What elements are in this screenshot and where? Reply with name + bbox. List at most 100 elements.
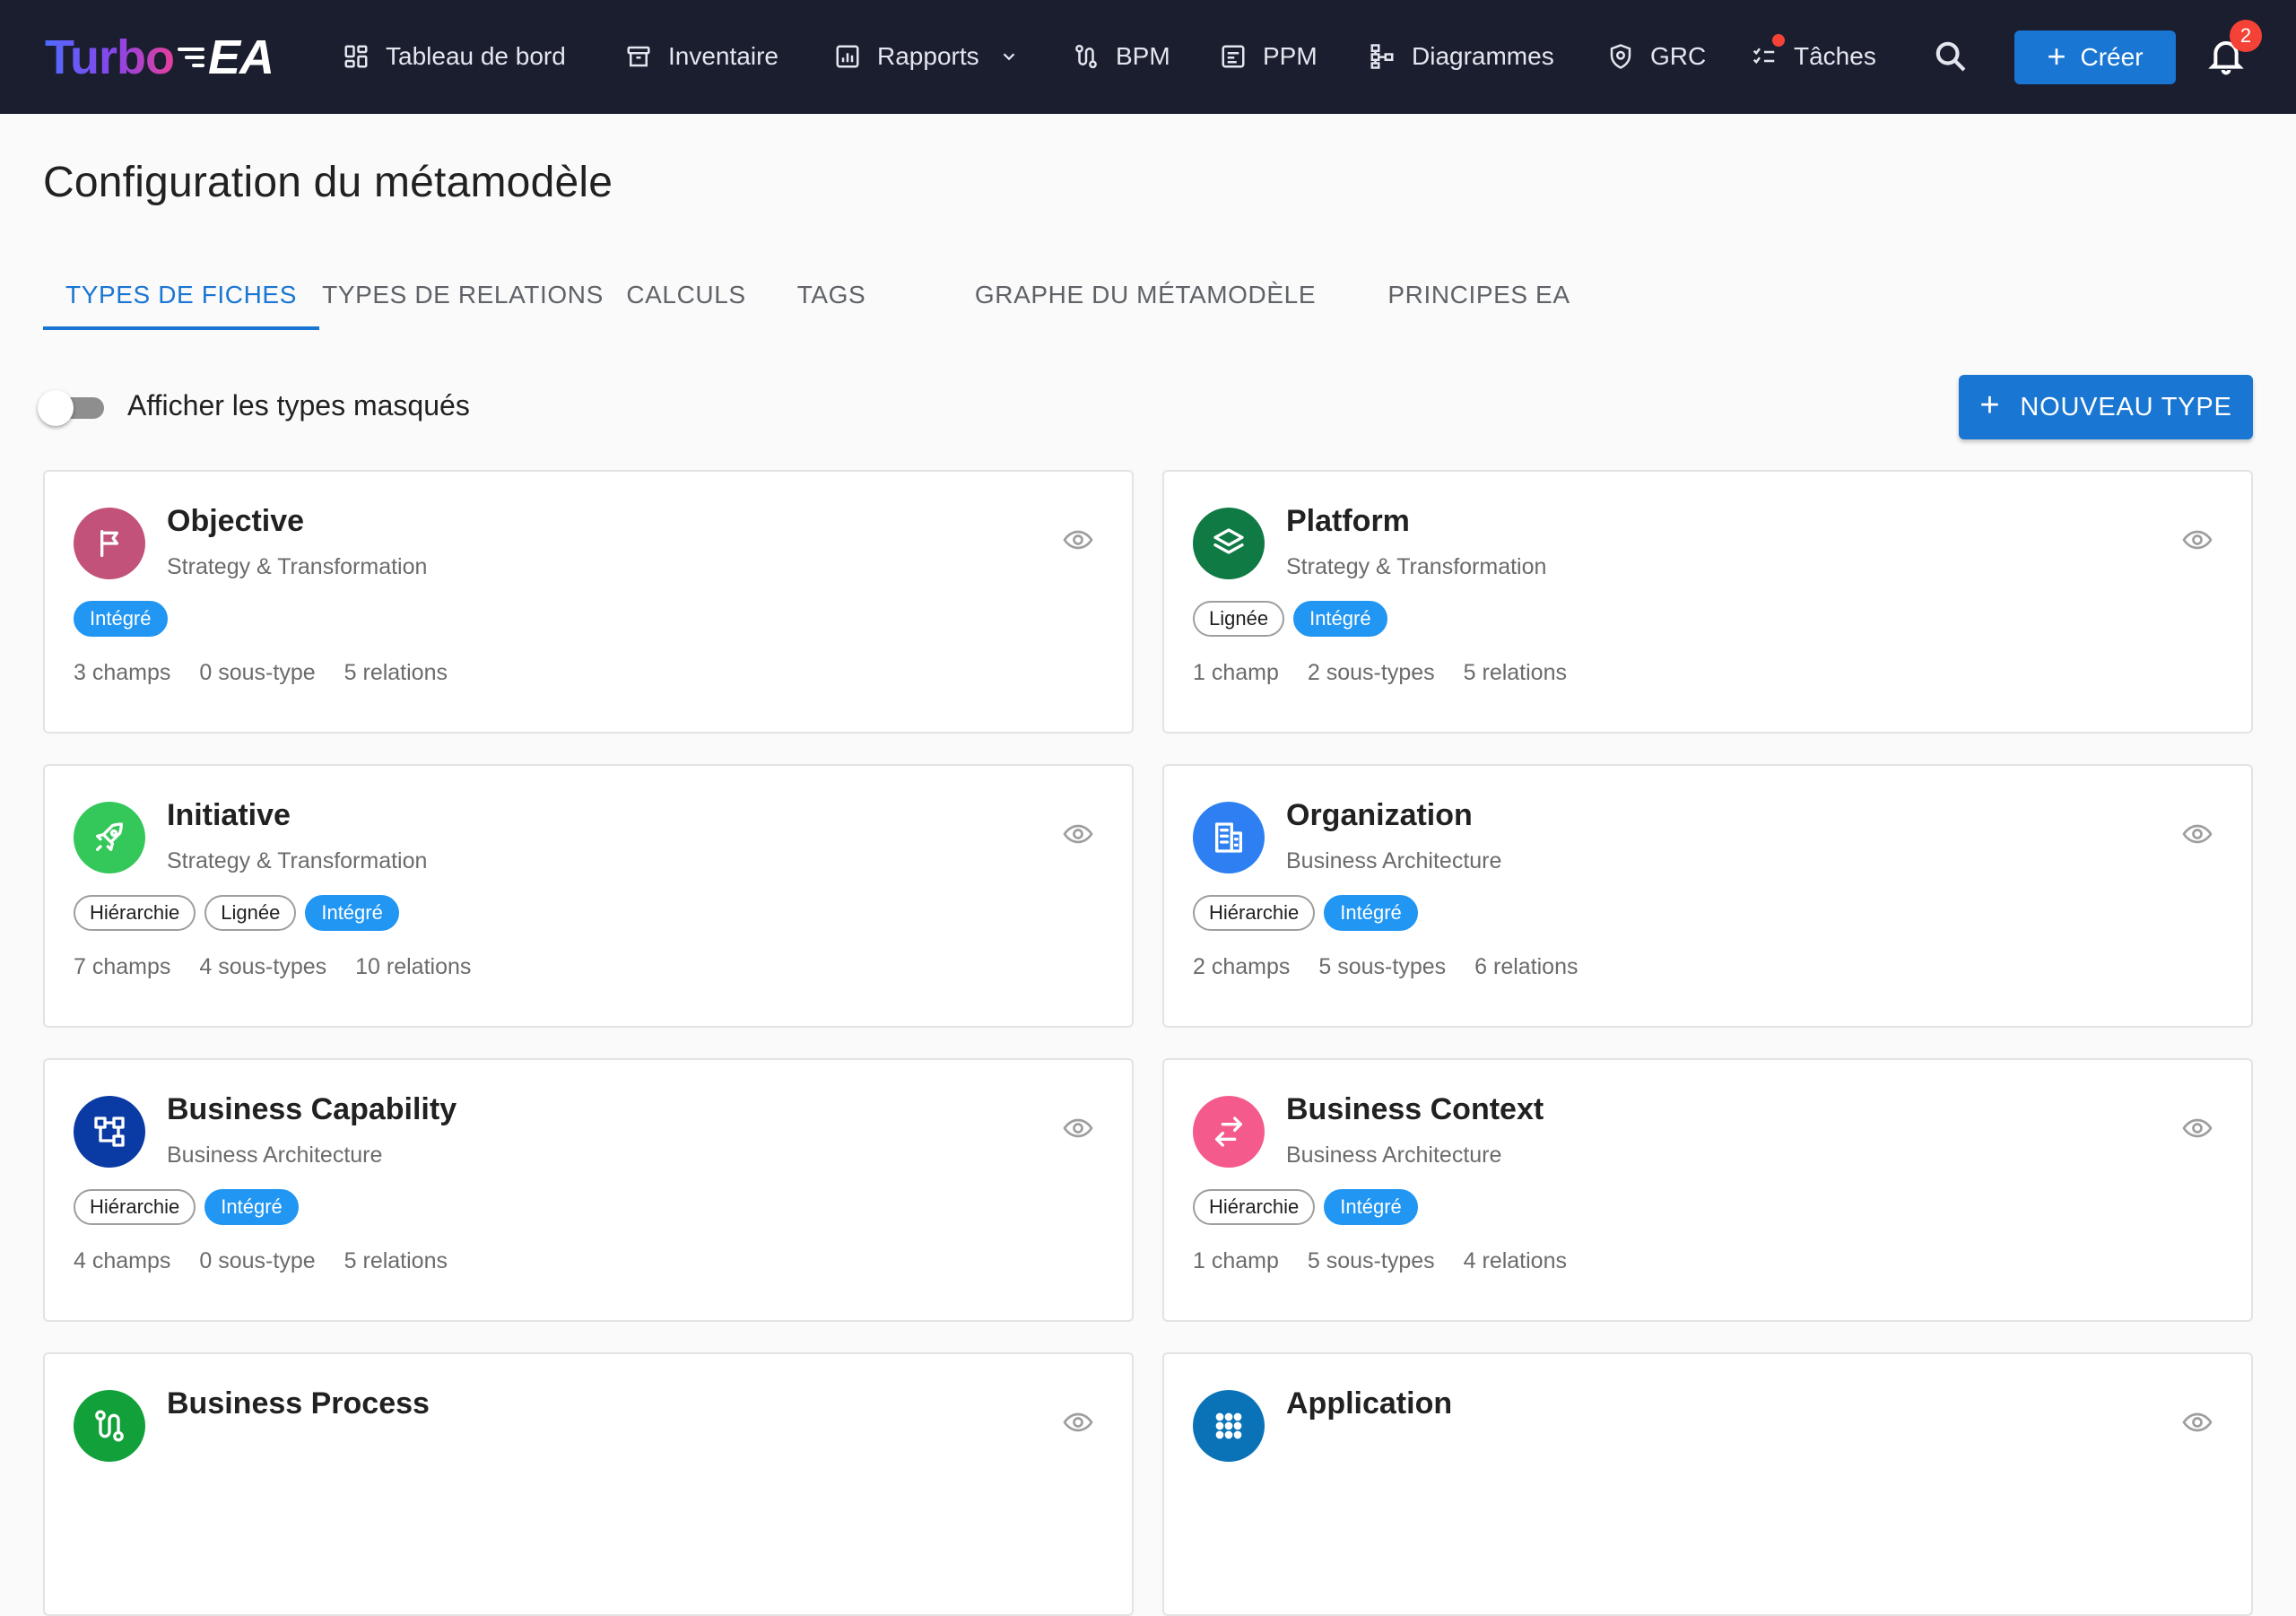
stat-item: 3 champs: [74, 660, 171, 685]
create-button[interactable]: + Créer: [2014, 30, 2176, 84]
stat-item: 4 champs: [74, 1248, 171, 1273]
tag-chip: Hiérarchie: [74, 1189, 196, 1225]
type-avatar: [74, 508, 145, 579]
card-type-tags: Hiérarchie Intégré: [1193, 1189, 1418, 1225]
process-icon: [95, 1410, 124, 1442]
nav-item-label: Tableau de bord: [386, 42, 566, 70]
diagrams-icon: [1370, 44, 1394, 69]
card-type-category: Business Architecture: [167, 1142, 383, 1168]
nav-item-label: Inventaire: [668, 42, 778, 70]
eye-icon[interactable]: [2181, 524, 2213, 556]
show-hidden-types-switch[interactable]: [38, 390, 109, 426]
stat-item: 5 relations: [1463, 660, 1567, 685]
new-type-button[interactable]: + NOUVEAU TYPE: [1959, 375, 2253, 439]
nav-item-diagrams[interactable]: Diagrammes: [1369, 36, 1554, 77]
card-type-name: Platform: [1286, 504, 1410, 538]
tab-metamodel-graph[interactable]: GRAPHE DU MÉTAMODÈLE: [975, 260, 1316, 330]
card-type-initiative[interactable]: Initiative Strategy & Transformation Hiéra…: [43, 764, 1134, 1028]
stat-item: 0 sous-type: [199, 660, 316, 685]
hierarchy-icon: [94, 1116, 125, 1147]
card-type-category: Strategy & Transformation: [167, 848, 428, 873]
ppm-icon: [1222, 45, 1245, 68]
card-type-stats: 4 champs 0 sous-type 5 relations: [74, 1248, 448, 1274]
card-type-application[interactable]: Application: [1162, 1352, 2253, 1616]
tag-chip: Lignée: [1193, 601, 1285, 637]
nav-item-tasks[interactable]: Tâches: [1751, 34, 1876, 77]
card-type-tags: Hiérarchie Intégré: [74, 1189, 299, 1225]
tasks-icon: [1752, 48, 1775, 65]
card-type-business-process[interactable]: Business Process: [43, 1352, 1134, 1616]
card-type-stats: 1 champ 5 sous-types 4 relations: [1193, 1248, 1567, 1274]
nav-item-dashboard[interactable]: Tableau de bord: [343, 36, 566, 77]
flag-icon: [100, 530, 118, 557]
tab-tags[interactable]: TAGS: [766, 260, 897, 330]
new-type-button-label: NOUVEAU TYPE: [2020, 392, 2232, 421]
nav-item-ppm[interactable]: PPM: [1220, 36, 1318, 77]
eye-icon[interactable]: [1062, 524, 1094, 556]
eye-icon[interactable]: [2181, 1112, 2213, 1144]
card-type-category: Business Architecture: [1286, 1142, 1502, 1168]
grc-icon: [1610, 44, 1631, 69]
card-type-name: Business Context: [1286, 1092, 1544, 1126]
type-avatar: [74, 802, 145, 873]
stat-item: 4 relations: [1463, 1248, 1567, 1273]
card-type-stats: 3 champs 0 sous-type 5 relations: [74, 660, 448, 686]
card-type-name: Initiative: [167, 798, 291, 832]
tag-chip: Intégré: [305, 895, 399, 931]
tab-ea-principles[interactable]: PRINCIPES EA: [1383, 260, 1575, 330]
inventory-icon: [627, 46, 650, 67]
nav-item-reports[interactable]: Rapports: [834, 36, 1019, 77]
nav-item-label: BPM: [1116, 42, 1170, 70]
nav-item-grc[interactable]: GRC: [1607, 36, 1706, 77]
card-type-name: Application: [1286, 1386, 1453, 1421]
card-type-tags: Intégré: [74, 601, 168, 637]
plus-icon: +: [1979, 387, 2001, 424]
card-type-stats: 1 champ 2 sous-types 5 relations: [1193, 660, 1567, 686]
bpm-icon: [1075, 44, 1097, 69]
card-type-objective[interactable]: Objective Strategy & Transformation Intégr…: [43, 470, 1134, 734]
type-avatar: [1193, 1390, 1265, 1462]
card-type-stats: 7 champs 4 sous-types 10 relations: [74, 954, 471, 980]
type-avatar: [1193, 802, 1265, 873]
card-type-category: Business Architecture: [1286, 848, 1502, 873]
card-type-organization[interactable]: Organization Business Architecture Hiérarc…: [1162, 764, 2253, 1028]
swap-icon: [1215, 1116, 1242, 1147]
notification-count-badge: 2: [2230, 20, 2262, 52]
stat-item: 1 champ: [1193, 660, 1279, 685]
card-type-business-capability[interactable]: Business Capability Business Architecture…: [43, 1058, 1134, 1322]
tab-calculations[interactable]: CALCULS: [606, 260, 766, 330]
tag-chip: Intégré: [1324, 895, 1418, 931]
tag-chip: Lignée: [204, 895, 297, 931]
page-title: Configuration du métamodèle: [43, 159, 613, 206]
apps-icon: [1215, 1412, 1242, 1439]
eye-icon[interactable]: [1062, 818, 1094, 850]
turbo-ea-logo[interactable]: Turbo EA: [45, 27, 274, 88]
card-type-name: Organization: [1286, 798, 1473, 832]
stat-item: 0 sous-type: [199, 1248, 316, 1273]
reports-icon: [836, 45, 859, 68]
eye-icon[interactable]: [1062, 1112, 1094, 1144]
search-icon[interactable]: [1933, 39, 1969, 74]
card-type-tags: Hiérarchie Intégré: [1193, 895, 1418, 931]
type-avatar: [1193, 1096, 1265, 1168]
plus-icon: +: [2047, 37, 2066, 74]
card-type-platform[interactable]: Platform Strategy & Transformation Lignée I…: [1162, 470, 2253, 734]
eye-icon[interactable]: [1062, 1406, 1094, 1438]
tag-chip: Intégré: [1293, 601, 1387, 637]
card-type-business-context[interactable]: Business Context Business Architecture Hié…: [1162, 1058, 2253, 1322]
nav-item-label: Diagrammes: [1412, 42, 1554, 70]
tab-relation-types[interactable]: TYPES DE RELATIONS: [319, 260, 606, 330]
tag-chip: Intégré: [1324, 1189, 1418, 1225]
stat-item: 5 relations: [344, 1248, 448, 1273]
logo-text-ea: EA: [207, 30, 274, 84]
eye-icon[interactable]: [2181, 1406, 2213, 1438]
nav-item-bpm[interactable]: BPM: [1073, 36, 1170, 77]
stat-item: 2 sous-types: [1307, 660, 1435, 685]
stat-item: 5 sous-types: [1318, 954, 1447, 979]
eye-icon[interactable]: [2181, 818, 2213, 850]
tab-card-types[interactable]: TYPES DE FICHES: [43, 260, 319, 330]
nav-item-label: Tâches: [1794, 42, 1876, 70]
stat-item: 5 sous-types: [1307, 1248, 1435, 1273]
type-avatar: [74, 1390, 145, 1462]
nav-item-inventory[interactable]: Inventaire: [625, 36, 778, 77]
